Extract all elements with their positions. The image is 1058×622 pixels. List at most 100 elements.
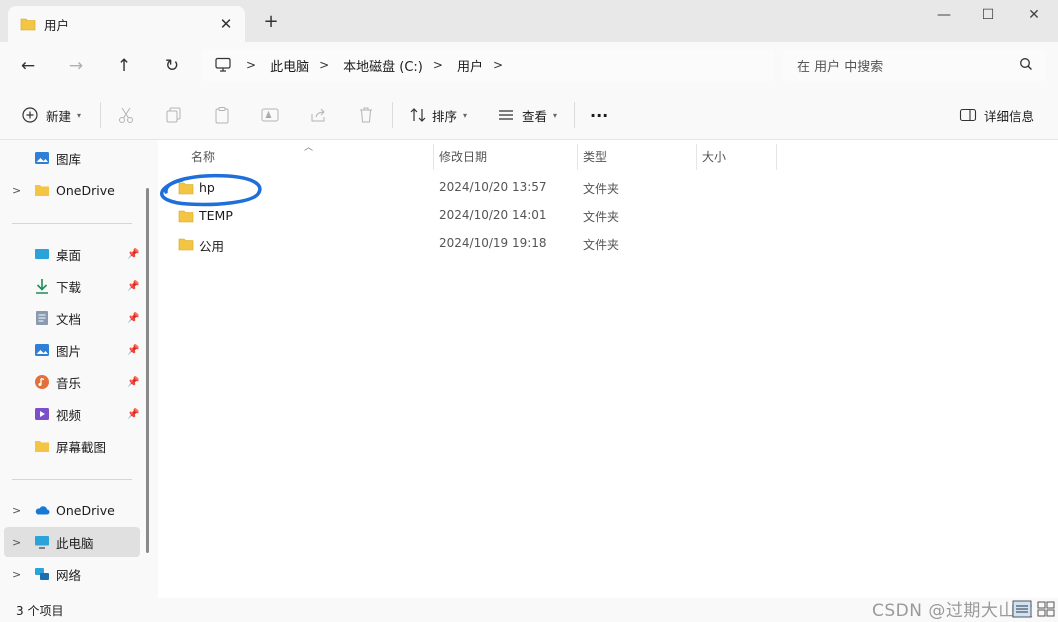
maximize-button[interactable]: ☐ <box>976 5 1000 25</box>
details-pane-icon <box>959 108 977 122</box>
search-box[interactable]: 在 用户 中搜索 <box>783 49 1045 81</box>
new-tab-button[interactable]: + <box>262 13 280 31</box>
back-arrow-icon[interactable]: ← <box>16 54 40 78</box>
details-button[interactable]: 详细信息 <box>958 103 1034 127</box>
sidebar-item-label: 屏幕截图 <box>56 439 107 455</box>
title-bar: 用户 ✕ + — ☐ ✕ <box>0 0 1058 42</box>
search-icon <box>1020 58 1032 70</box>
item-count: 3 个项目 <box>16 604 64 618</box>
command-bar: 新建 ▾ 排序 ▾ 查看 ▾ ··· 详细信息 <box>0 90 1058 140</box>
breadcrumb-users[interactable]: 用户 <box>457 56 483 75</box>
sidebar-item-music[interactable]: 音乐 📌 <box>4 367 140 397</box>
chevron-down-icon: ▾ <box>77 110 82 120</box>
pin-icon[interactable]: 📌 <box>127 345 139 356</box>
sidebar-item-onedrive[interactable]: > OneDrive <box>4 495 140 525</box>
breadcrumb-local-disk[interactable]: 本地磁盘 (C:) <box>343 56 423 75</box>
pin-icon[interactable]: 📌 <box>127 249 139 260</box>
details-label: 详细信息 <box>984 108 1035 124</box>
pin-icon[interactable]: 📌 <box>127 377 139 388</box>
video-icon <box>35 408 49 420</box>
close-button[interactable]: ✕ <box>1022 5 1046 25</box>
more-button[interactable]: ··· <box>590 103 608 127</box>
minimize-button[interactable]: — <box>932 5 956 25</box>
breadcrumb-separator[interactable]: > <box>493 58 503 72</box>
sidebar-item-this-pc[interactable]: > 此电脑 <box>4 527 140 557</box>
network-icon <box>35 568 49 580</box>
forward-arrow-icon[interactable]: → <box>64 54 88 78</box>
chevron-down-icon: ▾ <box>553 110 558 120</box>
copy-button[interactable] <box>164 103 184 127</box>
download-icon <box>36 279 48 294</box>
sidebar-item-screenshots[interactable]: 屏幕截图 <box>4 431 140 461</box>
breadcrumb-this-pc[interactable]: 此电脑 <box>270 56 309 75</box>
tiles-view-icon[interactable] <box>1036 600 1056 618</box>
sidebar-item-documents[interactable]: 文档 📌 <box>4 303 140 333</box>
rename-button[interactable] <box>260 103 280 127</box>
sort-icon <box>410 108 426 122</box>
sidebar-item-label: 下载 <box>56 279 82 295</box>
tab-close-icon[interactable]: ✕ <box>217 15 235 33</box>
chevron-right-icon[interactable]: > <box>12 184 21 197</box>
chevron-down-icon: ▾ <box>463 110 468 120</box>
gallery-icon <box>35 152 49 164</box>
share-icon <box>311 108 325 122</box>
column-header-name[interactable]: 名称 <box>185 146 433 170</box>
address-bar[interactable]: > 此电脑 > 本地磁盘 (C:) > 用户 > <box>202 49 774 81</box>
details-view-icon[interactable] <box>1012 600 1032 618</box>
sidebar-item-videos[interactable]: 视频 📌 <box>4 399 140 429</box>
paste-button[interactable] <box>212 103 232 127</box>
file-type: 文件夹 <box>583 182 620 196</box>
folder-icon <box>35 441 49 452</box>
chevron-right-icon[interactable]: > <box>12 536 21 549</box>
sidebar-item-network[interactable]: > 网络 <box>4 559 140 589</box>
column-header-date[interactable]: 修改日期 <box>433 146 577 170</box>
sidebar-item-label: OneDrive <box>56 182 115 198</box>
file-date: 2024/10/19 19:18 <box>439 236 547 250</box>
up-arrow-icon[interactable]: ↑ <box>112 54 136 78</box>
chevron-right-icon[interactable]: > <box>12 568 21 581</box>
pin-icon[interactable]: 📌 <box>127 281 139 292</box>
more-icon: ··· <box>590 105 609 125</box>
sidebar-item-onedrive-personal[interactable]: > OneDrive <box>4 175 140 205</box>
column-separator[interactable] <box>776 144 777 170</box>
sidebar-item-pictures[interactable]: 图片 📌 <box>4 335 140 365</box>
sidebar-item-desktop[interactable]: 桌面 📌 <box>4 239 140 269</box>
file-type: 文件夹 <box>583 210 620 224</box>
sidebar-item-downloads[interactable]: 下载 📌 <box>4 271 140 301</box>
pin-icon[interactable]: 📌 <box>127 409 139 420</box>
cut-button[interactable] <box>116 103 136 127</box>
breadcrumb-separator: > <box>319 58 330 72</box>
sidebar-item-label: 文档 <box>56 311 82 327</box>
refresh-icon[interactable]: ↻ <box>160 54 184 78</box>
view-button[interactable]: 查看 ▾ <box>496 103 557 127</box>
column-header-type[interactable]: 类型 <box>577 146 696 170</box>
share-button[interactable] <box>308 103 328 127</box>
folder-icon <box>20 18 36 31</box>
sort-button[interactable]: 排序 ▾ <box>408 103 467 127</box>
cut-icon <box>119 107 133 123</box>
pin-icon[interactable]: 📌 <box>127 313 139 324</box>
pictures-icon <box>35 344 49 356</box>
rename-icon <box>261 108 279 122</box>
sidebar-item-label: 音乐 <box>56 375 82 391</box>
file-name: 公用 <box>199 239 225 254</box>
new-button[interactable]: 新建 ▾ <box>20 103 81 127</box>
annotation-circle <box>160 173 262 207</box>
divider <box>12 479 132 480</box>
column-header-size[interactable]: 大小 <box>696 146 776 170</box>
sidebar-scrollbar[interactable] <box>146 188 149 553</box>
sidebar-item-gallery[interactable]: 图库 <box>4 143 140 173</box>
file-list: ︿ 名称 修改日期 类型 大小 hp 2024/10/20 13:57 文件夹 … <box>158 140 1058 598</box>
sidebar-item-label: 网络 <box>56 567 82 583</box>
navigation-bar: ← → ↑ ↻ > 此电脑 > 本地磁盘 (C:) > 用户 > 在 用户 中搜… <box>0 42 1058 90</box>
desktop-icon <box>35 249 49 259</box>
sidebar-item-label: 桌面 <box>56 247 82 263</box>
cloud-icon <box>35 506 50 515</box>
paste-icon <box>215 107 229 124</box>
sidebar-item-label: 图库 <box>56 151 82 167</box>
tab-users[interactable]: 用户 ✕ <box>8 6 245 42</box>
chevron-right-icon[interactable]: > <box>12 504 21 517</box>
delete-button[interactable] <box>356 103 376 127</box>
file-date: 2024/10/20 14:01 <box>439 208 547 222</box>
file-row[interactable]: 公用 2024/10/19 19:18 文件夹 <box>170 230 770 258</box>
